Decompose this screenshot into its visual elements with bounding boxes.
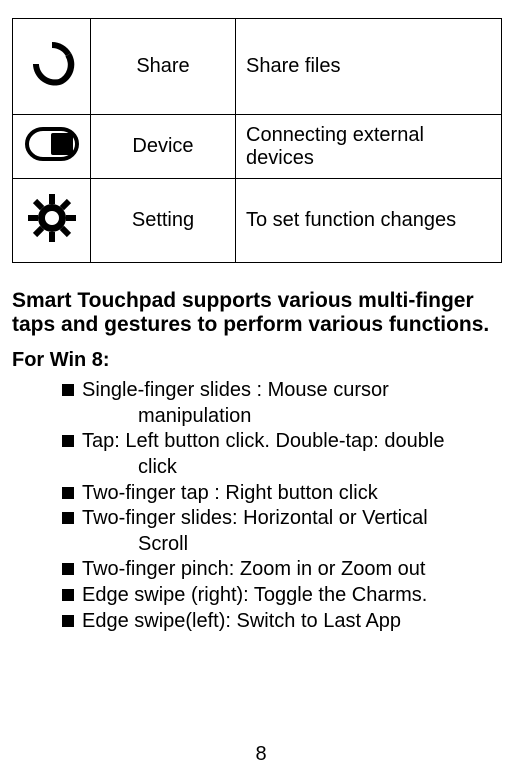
list-item: Single-finger slides : Mouse cursor manip… xyxy=(62,378,510,429)
icon-cell-share xyxy=(13,19,91,115)
table-row: Share Share files xyxy=(13,19,502,115)
subheading: For Win 8: xyxy=(12,349,510,372)
list-item-continuation: click xyxy=(84,455,510,481)
list-item: Edge swipe(left): Switch to Last App xyxy=(62,609,510,635)
square-bullet-icon xyxy=(62,589,74,601)
label-cell-device: Device xyxy=(91,115,236,179)
square-bullet-icon xyxy=(62,384,74,396)
list-item-text: Single-finger slides : Mouse cursor xyxy=(82,379,389,401)
desc-cell-setting: To set function changes xyxy=(236,179,502,263)
desc-cell-device: Connecting external devices xyxy=(236,115,502,179)
icon-cell-device xyxy=(13,115,91,179)
list-item-text: Edge swipe (right): Toggle the Charms. xyxy=(82,584,427,606)
list-item-text: Two-finger pinch: Zoom in or Zoom out xyxy=(82,558,425,580)
list-item-text: Edge swipe(left): Switch to Last App xyxy=(82,610,401,632)
list-item-continuation: Scroll xyxy=(84,532,510,558)
gesture-list: Single-finger slides : Mouse cursor manip… xyxy=(12,378,510,634)
section-heading: Smart Touchpad supports various multi-fi… xyxy=(12,289,510,337)
desc-cell-share: Share files xyxy=(236,19,502,115)
share-icon xyxy=(27,39,77,95)
icon-cell-setting xyxy=(13,179,91,263)
square-bullet-icon xyxy=(62,512,74,524)
table-row: Device Connecting external devices xyxy=(13,115,502,179)
table-row: Setting To set function changes xyxy=(13,179,502,263)
label-cell-setting: Setting xyxy=(91,179,236,263)
setting-icon xyxy=(28,194,76,248)
square-bullet-icon xyxy=(62,615,74,627)
list-item: Two-finger tap : Right button click xyxy=(62,481,510,507)
device-icon xyxy=(25,127,79,167)
square-bullet-icon xyxy=(62,563,74,575)
square-bullet-icon xyxy=(62,435,74,447)
list-item: Two-finger slides: Horizontal or Vertica… xyxy=(62,506,510,557)
square-bullet-icon xyxy=(62,487,74,499)
list-item-text: Tap: Left button click. Double-tap: doub… xyxy=(82,430,444,452)
list-item: Tap: Left button click. Double-tap: doub… xyxy=(62,429,510,480)
list-item-text: Two-finger slides: Horizontal or Vertica… xyxy=(82,507,428,529)
list-item: Edge swipe (right): Toggle the Charms. xyxy=(62,583,510,609)
page-content: Share Share files Device Connecting exte… xyxy=(0,0,522,634)
list-item-continuation: manipulation xyxy=(84,404,510,430)
list-item: Two-finger pinch: Zoom in or Zoom out xyxy=(62,557,510,583)
label-cell-share: Share xyxy=(91,19,236,115)
icon-table: Share Share files Device Connecting exte… xyxy=(12,18,502,263)
page-number: 8 xyxy=(0,743,522,766)
list-item-text: Two-finger tap : Right button click xyxy=(82,482,378,504)
